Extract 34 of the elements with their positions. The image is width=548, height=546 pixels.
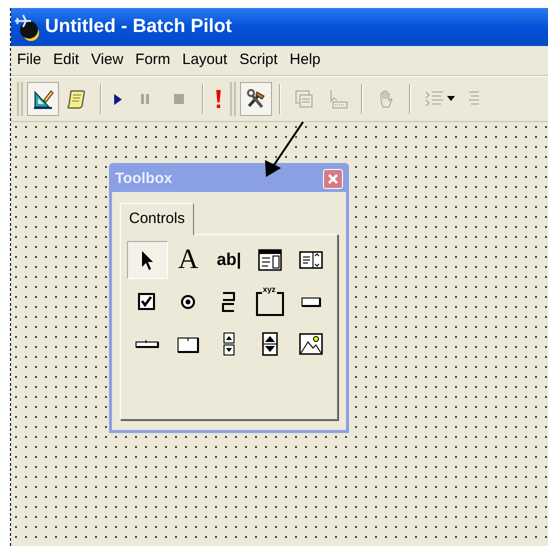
frame-caption: xyz [262,286,277,294]
menu-item[interactable]: Form [129,49,176,72]
plane-moon-icon [13,13,41,41]
label-tool-icon: A [178,246,198,274]
textbox-tool-icon: ab| [216,251,242,268]
menu-item[interactable]: Help [284,49,327,72]
tab[interactable]: Controls [120,203,194,234]
tabstrip-icon [135,339,160,348]
exclamation-icon [216,90,221,108]
menu-item[interactable]: Edit [47,49,86,72]
pointer-arrow [265,121,304,177]
command-button-icon [300,296,321,306]
toolbar-button[interactable] [240,82,272,116]
play-icon [114,94,122,104]
window-title: Untitled - Batch Pilot [45,14,232,39]
close-icon [327,173,339,185]
tool-button[interactable] [127,240,168,278]
menu-item[interactable]: Script [233,49,284,72]
tool-button[interactable]: A [168,240,209,278]
tool-button[interactable]: xyz [249,282,290,320]
menu-item[interactable]: View [85,49,130,72]
set-square-icon [32,88,54,110]
caret-icon [447,96,455,102]
close-button[interactable] [323,169,343,189]
tool-button[interactable]: ab| [208,240,250,278]
toolbox-title: Toolbox [115,168,172,189]
scroll-icon [66,88,88,110]
form-icon [293,88,315,110]
toolbar-button[interactable] [27,82,59,116]
toolbar-grip[interactable] [17,82,23,116]
hammer-wrench-icon [245,88,267,110]
menu-item[interactable]: File [11,49,48,72]
menu-item[interactable]: Layout [176,49,234,72]
toolbar-grip[interactable] [230,82,236,116]
